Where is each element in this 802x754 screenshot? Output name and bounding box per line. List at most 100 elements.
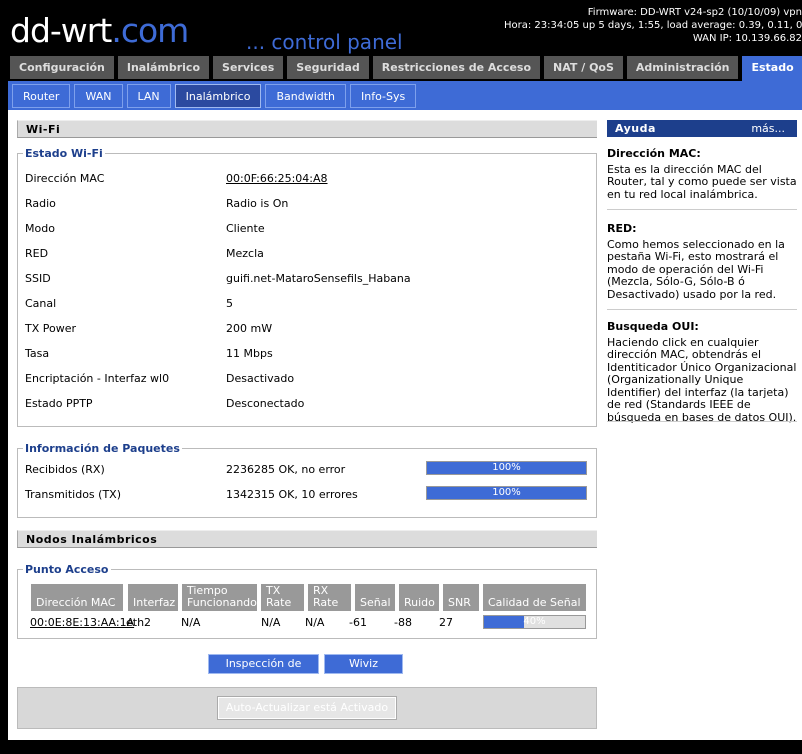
node-rx-rate: N/A bbox=[305, 616, 325, 629]
tx-power-value: 200 mW bbox=[226, 322, 273, 335]
node-interface: eth2 bbox=[126, 616, 152, 629]
help-network-title: RED: bbox=[607, 222, 637, 235]
router-info: Firmware: DD-WRT v24-sp2 (10/10/09) vpn … bbox=[504, 6, 802, 45]
col-snr: SNR bbox=[443, 584, 479, 611]
ddwrt-logo[interactable]: dd-wrt.com bbox=[10, 11, 189, 50]
logo-text: dd-wrt bbox=[10, 11, 112, 50]
radio-label: Radio bbox=[25, 197, 56, 210]
network-value: Mezcla bbox=[226, 247, 264, 260]
mode-label: Modo bbox=[25, 222, 55, 235]
node-tx-rate: N/A bbox=[261, 616, 281, 629]
subtab-inalambrico[interactable]: Inalámbrico bbox=[174, 84, 262, 108]
encryption-label: Encriptación - Interfaz wl0 bbox=[25, 372, 170, 385]
main-tabs: Configuración Inalámbrico Services Segur… bbox=[10, 56, 802, 82]
node-uptime: N/A bbox=[181, 616, 201, 629]
help-oui-text: Haciendo click en cualquier dirección MA… bbox=[607, 335, 797, 424]
tab-configuracion[interactable]: Configuración bbox=[10, 56, 114, 79]
help-block-mac: Dirección MAC: Esta es la dirección MAC … bbox=[607, 147, 797, 201]
tx-value: 1342315 OK, 10 errores bbox=[226, 488, 358, 501]
control-panel-title: ... control panel bbox=[246, 30, 403, 54]
col-uptime: Tiempo Funcionando bbox=[182, 584, 257, 611]
help-block-oui: Busqueda OUI: Haciendo click en cualquie… bbox=[607, 320, 797, 424]
rx-meter-text: 100% bbox=[492, 462, 521, 473]
help-mac-text: Esta es la dirección MAC del Router, tal… bbox=[607, 162, 797, 201]
sub-tabs: Router WAN LAN Inalámbrico Bandwidth Inf… bbox=[12, 84, 420, 108]
tx-power-label: TX Power bbox=[25, 322, 77, 335]
logo-com: com bbox=[120, 11, 189, 50]
col-mac: Dirección MAC bbox=[31, 584, 123, 611]
ssid-value: guifi.net-MataroSensefils_Habana bbox=[226, 272, 411, 285]
mac-value-link[interactable]: 00:0F:66:25:04:A8 bbox=[226, 172, 328, 186]
wifi-status-fieldset: Estado Wi-Fi Dirección MAC 00:0F:66:25:0… bbox=[17, 147, 597, 427]
pptp-value: Desconectado bbox=[226, 397, 305, 410]
encryption-value: Desactivado bbox=[226, 372, 295, 385]
col-signal: Señal bbox=[355, 584, 395, 611]
node-quality-text: 40% bbox=[523, 616, 546, 627]
node-quality-meter: 40% bbox=[483, 615, 586, 629]
subtab-wan[interactable]: WAN bbox=[74, 84, 123, 108]
tab-administracion[interactable]: Administración bbox=[626, 56, 739, 79]
ssid-label: SSID bbox=[25, 272, 51, 285]
footer bbox=[0, 740, 802, 754]
network-label: RED bbox=[25, 247, 49, 260]
help-divider bbox=[607, 209, 797, 210]
help-oui-title: Busqueda OUI: bbox=[607, 320, 699, 333]
node-noise: -88 bbox=[394, 616, 412, 629]
help-network-text: Como hemos seleccionado en la pestaña Wi… bbox=[607, 237, 785, 301]
help-divider bbox=[607, 421, 797, 422]
help-mac-title: Dirección MAC: bbox=[607, 147, 701, 160]
wiviz-survey-button[interactable]: Wiviz survey bbox=[324, 654, 403, 688]
col-quality: Calidad de Señal bbox=[483, 584, 586, 611]
col-rx-rate: RX Rate bbox=[308, 584, 351, 611]
mac-label: Dirección MAC bbox=[25, 172, 105, 185]
wan-ip-text: WAN IP: 10.139.66.82 bbox=[692, 33, 802, 44]
subtab-router[interactable]: Router bbox=[12, 84, 71, 108]
access-point-legend: Punto Acceso bbox=[23, 563, 111, 576]
tab-inalambrico[interactable]: Inalámbrico bbox=[117, 56, 210, 79]
subtab-info-sys[interactable]: Info-Sys bbox=[350, 84, 417, 108]
help-more-link[interactable]: más... bbox=[751, 120, 785, 137]
subtab-lan[interactable]: LAN bbox=[126, 84, 171, 108]
rx-label: Recibidos (RX) bbox=[25, 463, 105, 476]
auto-refresh-panel: Auto-Actualizar está Activado bbox=[17, 687, 597, 729]
tab-estado[interactable]: Estado bbox=[742, 56, 802, 82]
rate-label: Tasa bbox=[25, 347, 50, 360]
tx-label: Transmitidos (TX) bbox=[25, 488, 121, 501]
packets-legend: Información de Paquetes bbox=[23, 442, 182, 455]
tx-meter-text: 100% bbox=[492, 487, 521, 498]
col-tx-rate: TX Rate bbox=[261, 584, 304, 611]
col-noise: Ruido bbox=[399, 584, 439, 611]
mode-value: Cliente bbox=[226, 222, 265, 235]
node-signal: -61 bbox=[349, 616, 367, 629]
wifi-status-legend: Estado Wi-Fi bbox=[23, 147, 105, 160]
node-snr: 27 bbox=[439, 616, 453, 629]
tab-services[interactable]: Services bbox=[213, 56, 284, 79]
wifi-section-title: Wi-Fi bbox=[17, 120, 597, 138]
help-divider bbox=[607, 309, 797, 310]
uptime-text: Hora: 23:34:05 up 5 days, 1:55, load ave… bbox=[504, 20, 802, 31]
tab-seguridad[interactable]: Seguridad bbox=[287, 56, 369, 79]
site-survey-button[interactable]: Inspección de Sitios bbox=[208, 654, 319, 688]
help-title: Ayuda bbox=[615, 122, 656, 135]
tab-nat-qos[interactable]: NAT / QoS bbox=[544, 56, 623, 79]
col-interface: Interfaz bbox=[128, 584, 178, 611]
content-area: Wi-Fi Estado Wi-Fi Dirección MAC 00:0F:6… bbox=[8, 110, 802, 740]
subtab-bandwidth[interactable]: Bandwidth bbox=[265, 84, 347, 108]
rx-value: 2236285 OK, no error bbox=[226, 463, 346, 476]
logo-dot: . bbox=[111, 11, 121, 50]
channel-value: 5 bbox=[226, 297, 233, 310]
header: dd-wrt.com ... control panel Firmware: D… bbox=[0, 0, 802, 56]
rate-value: 11 Mbps bbox=[226, 347, 273, 360]
tx-meter: 100% bbox=[426, 486, 587, 500]
access-point-fieldset: Punto Acceso Dirección MAC Interfaz Tiem… bbox=[17, 563, 597, 639]
help-block-network: RED: Como hemos seleccionado en la pesta… bbox=[607, 222, 797, 301]
auto-refresh-button[interactable]: Auto-Actualizar está Activado bbox=[217, 696, 397, 720]
tab-restricciones[interactable]: Restricciones de Acceso bbox=[372, 56, 541, 79]
node-mac-link[interactable]: 00:0E:8E:13:AA:1A bbox=[30, 616, 134, 630]
rx-meter: 100% bbox=[426, 461, 587, 475]
radio-value: Radio is On bbox=[226, 197, 289, 210]
firmware-text: Firmware: DD-WRT v24-sp2 (10/10/09) vpn bbox=[587, 7, 802, 18]
channel-label: Canal bbox=[25, 297, 57, 310]
pptp-label: Estado PPTP bbox=[25, 397, 93, 410]
help-header: Ayuda más... bbox=[607, 120, 797, 137]
